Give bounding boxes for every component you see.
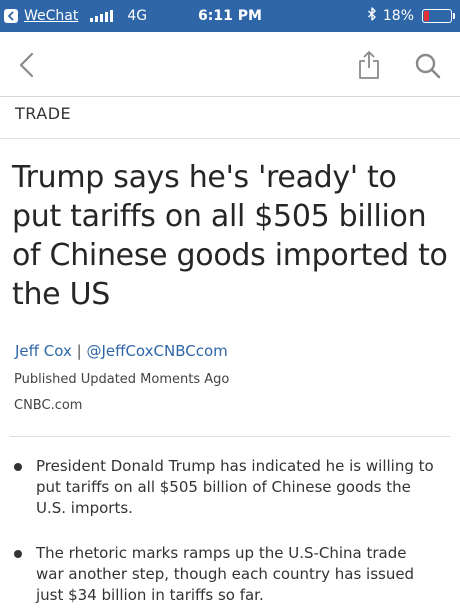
published-timestamp: Published Updated Moments Ago	[14, 372, 230, 387]
key-point-text: President Donald Trump has indicated he …	[36, 457, 434, 517]
status-bar-right: 18%	[367, 0, 455, 32]
author-handle[interactable]: @JeffCoxCNBCcom	[86, 342, 227, 360]
battery-icon	[422, 9, 455, 23]
author-name[interactable]: Jeff Cox	[15, 342, 72, 360]
nav-divider	[0, 96, 460, 97]
battery-percent: 18%	[382, 8, 414, 24]
byline: Jeff Cox | @JeffCoxCNBCcom	[15, 342, 228, 360]
section-label[interactable]: TRADE	[15, 104, 71, 123]
key-point-text: The rhetoric marks ramps up the U.S-Chin…	[36, 544, 415, 604]
battery-level-fill	[424, 11, 429, 21]
chevron-left-icon[interactable]	[14, 50, 42, 80]
bullet-icon	[14, 550, 22, 558]
status-bar: WeChat 4G 6:11 PM 18%	[0, 0, 460, 32]
key-points-list: President Donald Trump has indicated he …	[14, 456, 454, 611]
byline-separator: |	[76, 342, 82, 360]
search-icon[interactable]	[414, 52, 442, 80]
bullet-icon	[14, 463, 22, 471]
section-divider	[0, 138, 460, 139]
article-headline: Trump says he's 'ready' to put tariffs o…	[12, 160, 448, 312]
article-source: CNBC.com	[14, 398, 83, 413]
body-divider	[10, 436, 450, 437]
list-item: President Donald Trump has indicated he …	[14, 456, 454, 519]
bluetooth-icon	[367, 7, 377, 25]
list-item: The rhetoric marks ramps up the U.S-Chin…	[14, 543, 454, 606]
share-icon[interactable]	[356, 50, 382, 80]
navigation-bar	[0, 32, 460, 96]
